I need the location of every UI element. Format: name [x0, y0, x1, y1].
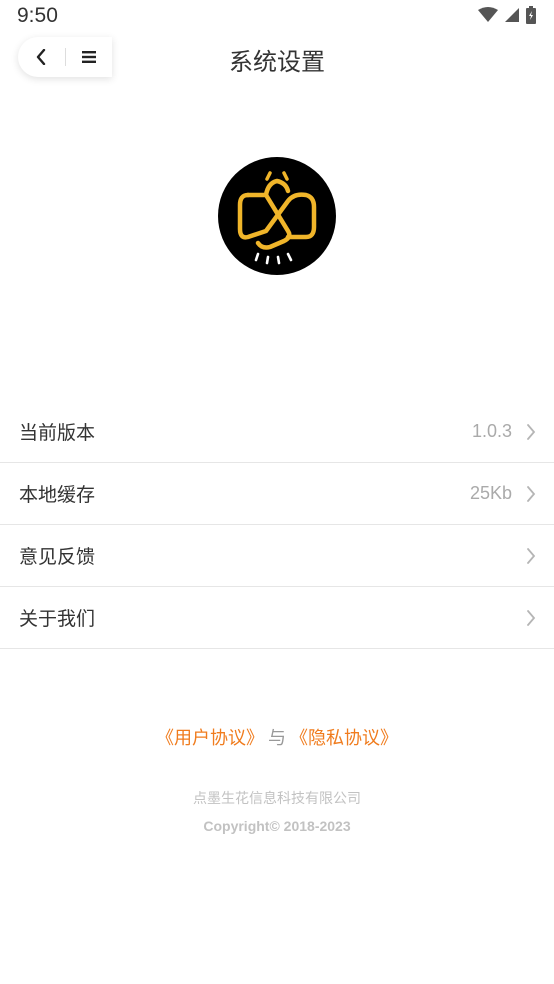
setting-label: 关于我们 [19, 608, 96, 630]
chevron-right-icon [527, 547, 536, 564]
status-time: 9:50 [17, 4, 58, 27]
agreements: 《用户协议》与《隐私协议》 [0, 724, 554, 750]
setting-feedback[interactable]: 意见反馈 [0, 525, 554, 587]
status-icons [478, 6, 536, 24]
chevron-right-icon [527, 609, 536, 626]
copyright-text: Copyright© 2018-2023 [203, 818, 351, 834]
setting-version[interactable]: 当前版本 1.0.3 [0, 401, 554, 463]
setting-cache[interactable]: 本地缓存 25Kb [0, 463, 554, 525]
user-agreement-link[interactable]: 《用户协议》 [156, 728, 264, 749]
setting-label: 意见反馈 [19, 546, 96, 568]
status-bar: 9:50 [0, 0, 554, 34]
setting-label: 本地缓存 [19, 484, 96, 506]
settings-list: 当前版本 1.0.3 本地缓存 25Kb 意见反馈 关于我们 [0, 401, 554, 649]
setting-value: 1.0.3 [471, 421, 512, 441]
privacy-agreement-link[interactable]: 《隐私协议》 [290, 728, 398, 749]
app-logo [218, 157, 336, 275]
signal-icon [505, 8, 519, 22]
setting-label: 当前版本 [19, 422, 96, 444]
chevron-right-icon [527, 485, 536, 502]
battery-icon [526, 6, 536, 24]
agreement-connector: 与 [268, 728, 286, 749]
chevron-right-icon [527, 423, 536, 440]
page-title: 系统设置 [229, 48, 325, 76]
setting-about[interactable]: 关于我们 [0, 587, 554, 649]
company-name: 点墨生花信息科技有限公司 [193, 791, 361, 807]
setting-value: 25Kb [469, 483, 512, 503]
wifi-icon [478, 7, 498, 22]
